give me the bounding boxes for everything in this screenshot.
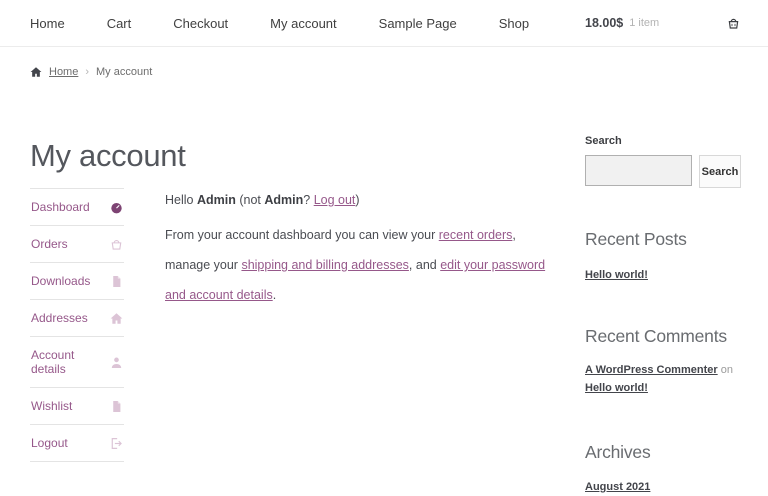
recent-comments-widget: Recent Comments A WordPress Commenter on… bbox=[585, 326, 741, 398]
username: Admin bbox=[264, 193, 304, 207]
username: Admin bbox=[196, 193, 236, 207]
account-nav-logout[interactable]: Logout bbox=[30, 424, 124, 462]
recent-posts-widget: Recent Posts Hello world! bbox=[585, 229, 741, 285]
nav-item-my-account[interactable]: My account bbox=[270, 16, 336, 31]
comment-author-link[interactable]: A WordPress Commenter bbox=[585, 364, 718, 376]
breadcrumb-separator: › bbox=[85, 66, 90, 78]
recent-orders-link[interactable]: recent orders bbox=[439, 228, 513, 242]
search-input[interactable] bbox=[585, 155, 692, 186]
shipping-billing-addresses-link[interactable]: shipping and billing addresses bbox=[241, 258, 408, 272]
archive-month-link[interactable]: August 2021 bbox=[585, 481, 650, 493]
breadcrumb: Home › My account bbox=[0, 47, 768, 92]
cart-item-count: 1 item bbox=[629, 17, 660, 29]
account-navigation: Dashboard Orders Downloads Addresses Acc… bbox=[30, 188, 124, 462]
recent-posts-title: Recent Posts bbox=[585, 229, 687, 249]
user-icon bbox=[110, 356, 123, 369]
recent-post-link[interactable]: Hello world! bbox=[585, 269, 648, 281]
account-nav-account-details[interactable]: Account details bbox=[30, 336, 124, 387]
account-nav-downloads[interactable]: Downloads bbox=[30, 262, 124, 299]
basket-icon bbox=[110, 238, 123, 251]
account-nav-orders[interactable]: Orders bbox=[30, 225, 124, 262]
home-icon bbox=[110, 312, 123, 325]
nav-item-shop[interactable]: Shop bbox=[499, 16, 529, 31]
recent-comment-item: A WordPress Commenter on Hello world! bbox=[585, 363, 733, 395]
page-title: My account bbox=[30, 138, 186, 173]
nav-item-checkout[interactable]: Checkout bbox=[173, 16, 228, 31]
greeting-text: Hello Admin (not Admin? Log out) bbox=[165, 193, 360, 207]
account-dashboard-content: Hello Admin (not Admin? Log out) From yo… bbox=[165, 188, 556, 310]
account-nav-wishlist[interactable]: Wishlist bbox=[30, 387, 124, 424]
nav-item-cart[interactable]: Cart bbox=[107, 16, 132, 31]
sign-out-icon bbox=[110, 437, 123, 450]
search-label: Search bbox=[585, 135, 622, 147]
archives-title: Archives bbox=[585, 441, 651, 462]
nav-item-sample-page[interactable]: Sample Page bbox=[379, 16, 457, 31]
primary-navigation: Home Cart Checkout My account Sample Pag… bbox=[30, 16, 571, 31]
cart-summary[interactable]: 18.00$ 1 item bbox=[585, 16, 741, 31]
file-icon bbox=[110, 275, 123, 288]
account-nav-addresses[interactable]: Addresses bbox=[30, 299, 124, 336]
account-nav-dashboard[interactable]: Dashboard bbox=[30, 188, 124, 225]
breadcrumb-current: My account bbox=[96, 66, 153, 78]
sidebar-widget-area: Search Search Recent Posts Hello world! … bbox=[585, 92, 741, 496]
nav-item-home[interactable]: Home bbox=[30, 16, 65, 31]
breadcrumb-home-link[interactable]: Home bbox=[49, 66, 78, 78]
recent-comments-title: Recent Comments bbox=[585, 325, 727, 346]
archives-widget: Archives August 2021 bbox=[585, 442, 741, 496]
top-bar: Home Cart Checkout My account Sample Pag… bbox=[0, 0, 768, 47]
primary-content: My account Dashboard Orders Downloads Ad… bbox=[30, 92, 556, 496]
gauge-icon bbox=[110, 201, 123, 214]
cart-total: 18.00$ bbox=[585, 16, 624, 30]
search-widget: Search Search bbox=[585, 135, 741, 188]
file-icon bbox=[110, 400, 123, 413]
dashboard-description: From your account dashboard you can view… bbox=[165, 228, 546, 302]
comment-post-link[interactable]: Hello world! bbox=[585, 382, 648, 394]
search-button[interactable]: Search bbox=[699, 155, 741, 188]
log-out-link[interactable]: Log out bbox=[314, 193, 356, 207]
site-main: My account Dashboard Orders Downloads Ad… bbox=[0, 92, 768, 496]
basket-icon[interactable] bbox=[726, 16, 741, 31]
home-icon bbox=[30, 66, 42, 78]
